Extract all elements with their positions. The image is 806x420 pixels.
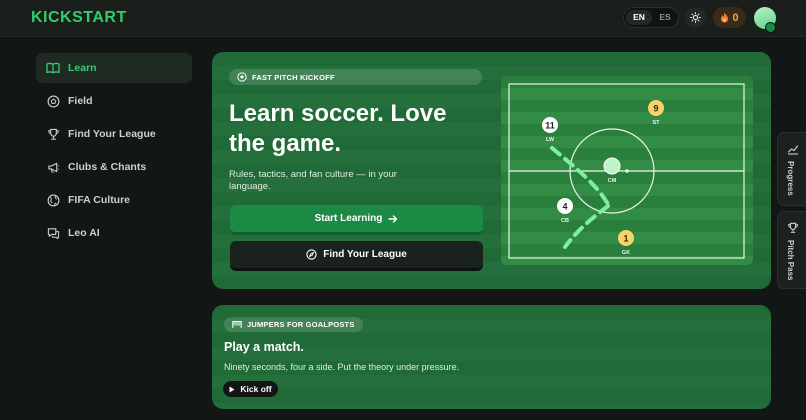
globe-icon	[46, 193, 60, 207]
sidebar-item-clubs-chants[interactable]: Clubs & Chants	[36, 152, 192, 182]
player-position: LW	[546, 137, 555, 143]
pass-route-cb	[563, 204, 610, 249]
pass-route-lw	[550, 146, 610, 206]
player-position: CB	[561, 218, 569, 224]
find-your-league-label: Find Your League	[323, 249, 407, 260]
player-number: 1	[623, 234, 628, 244]
player-cb[interactable]: 4 CB	[557, 198, 573, 224]
start-learning-button[interactable]: Start Learning	[230, 205, 483, 235]
player-st[interactable]: 9 ST	[648, 100, 664, 126]
match-badge-text: JUMPERS FOR GOALPOSTS	[247, 320, 355, 329]
sidebar-item-fifa-culture[interactable]: FIFA Culture	[36, 185, 192, 215]
hero-card: FAST PITCH KICKOFF Learn soccer. Love th…	[212, 52, 771, 289]
sidebar-item-find-your-league[interactable]: Find Your League	[36, 119, 192, 149]
progress-rail-button[interactable]: Progress	[777, 132, 806, 206]
sidebar-item-field[interactable]: Field	[36, 86, 192, 116]
sidebar-item-label: FIFA Culture	[68, 194, 131, 206]
streak-count: 0	[732, 11, 739, 24]
pitch-pass-rail-label: Pitch Pass	[786, 240, 795, 281]
sidebar-item-label: Clubs & Chants	[68, 161, 147, 173]
fire-icon	[721, 12, 729, 23]
find-your-league-button[interactable]: Find Your League	[230, 241, 483, 271]
soccer-ball-icon	[46, 94, 60, 108]
avatar-status-badge	[765, 22, 776, 33]
trophy-icon	[788, 222, 798, 233]
kick-off-label: Kick off	[240, 384, 272, 394]
player-position: GK	[622, 250, 630, 256]
lang-es-button[interactable]: ES	[652, 10, 678, 25]
sidebar-item-leo-ai[interactable]: Leo AI	[36, 218, 192, 248]
player-number: 4	[562, 202, 567, 212]
arrow-right-icon	[388, 214, 398, 223]
chat-icon	[46, 226, 60, 240]
player-lw[interactable]: 11 LW	[542, 117, 558, 143]
progress-rail-label: Progress	[786, 161, 795, 196]
sidebar-item-label: Field	[68, 95, 93, 107]
pitch-diagram: 11 LW 9 ST CM 4 CB 1 GK	[508, 83, 745, 259]
sun-icon	[690, 12, 701, 23]
match-subtitle: Ninety seconds, four a side. Put the the…	[224, 362, 460, 372]
sidebar-item-learn[interactable]: Learn	[36, 53, 192, 83]
play-icon	[229, 386, 235, 392]
player-number: 9	[653, 104, 658, 114]
compass-icon	[306, 249, 317, 260]
player-position: ST	[652, 120, 660, 126]
soccer-ball-icon	[237, 72, 247, 82]
app-logo[interactable]: KICKSTART	[31, 9, 127, 27]
top-header: KICKSTART EN ES 0	[0, 0, 806, 37]
match-title: Play a match.	[224, 340, 304, 354]
player-cm[interactable]: CM	[603, 157, 621, 184]
hero-badge-text: FAST PITCH KICKOFF	[252, 72, 335, 82]
book-icon	[46, 61, 60, 75]
goal-icon	[232, 321, 242, 328]
hero-badge: FAST PITCH KICKOFF	[229, 69, 482, 85]
lang-en-button[interactable]: EN	[626, 10, 652, 25]
theme-toggle-button[interactable]	[685, 7, 706, 28]
play-match-card: JUMPERS FOR GOALPOSTS Play a match. Nine…	[212, 305, 771, 409]
sidebar-item-label: Learn	[68, 62, 97, 74]
language-toggle[interactable]: EN ES	[623, 7, 679, 28]
sidebar-item-label: Find Your League	[68, 128, 156, 140]
center-spot	[625, 169, 629, 173]
trophy-icon	[46, 127, 60, 141]
player-gk[interactable]: 1 GK	[618, 230, 634, 256]
start-learning-label: Start Learning	[314, 213, 383, 224]
match-badge: JUMPERS FOR GOALPOSTS	[224, 317, 363, 332]
hero-title: Learn soccer. Love the game.	[229, 100, 447, 157]
sidebar-item-label: Leo AI	[68, 227, 100, 239]
hero-subtitle: Rules, tactics, and fan culture — in you…	[229, 169, 397, 192]
megaphone-icon	[46, 160, 60, 174]
pitch-pass-rail-button[interactable]: Pitch Pass	[777, 211, 806, 289]
player-position: CM	[608, 178, 617, 184]
player-number: 11	[545, 121, 555, 131]
tactics-pitch[interactable]: 11 LW 9 ST CM 4 CB 1 GK	[501, 76, 753, 265]
kick-off-button[interactable]: Kick off	[223, 381, 278, 397]
streak-counter[interactable]: 0	[713, 7, 746, 28]
chart-icon	[787, 145, 799, 155]
